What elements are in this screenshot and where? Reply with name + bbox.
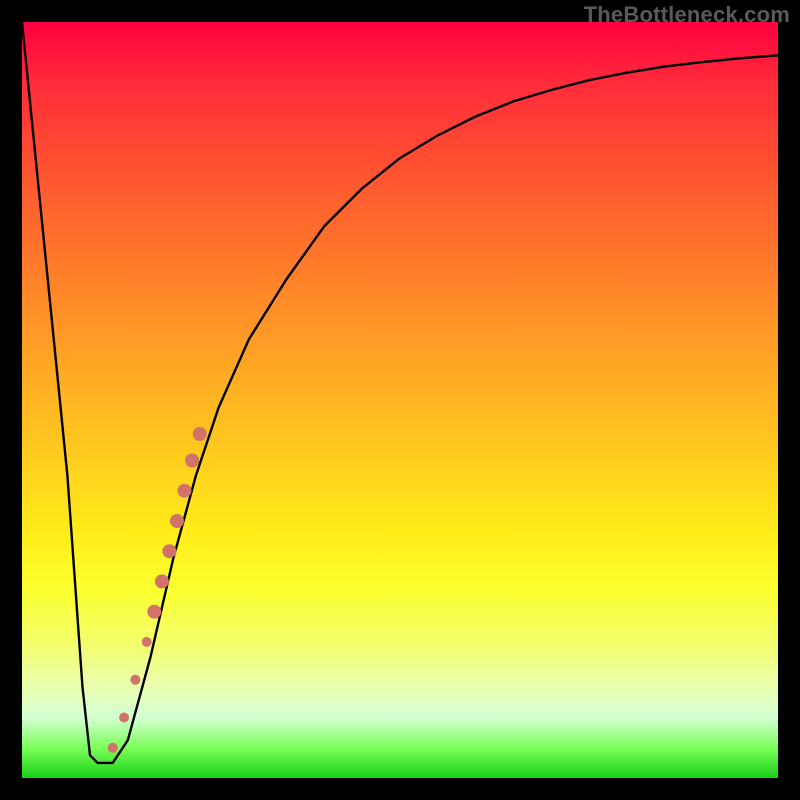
- chart-frame: TheBottleneck.com: [0, 0, 800, 800]
- marker-dot: [108, 743, 118, 753]
- marker-dot: [119, 713, 129, 723]
- marker-dot: [185, 454, 199, 468]
- plot-area: [22, 22, 778, 778]
- marker-dot: [193, 427, 207, 441]
- marker-dot: [147, 605, 161, 619]
- marker-dot: [130, 675, 140, 685]
- bottleneck-curve: [22, 22, 778, 763]
- marker-group: [108, 427, 207, 753]
- marker-dot: [178, 484, 192, 498]
- bottleneck-chart-svg: [22, 22, 778, 778]
- marker-dot: [155, 574, 169, 588]
- marker-dot: [162, 544, 176, 558]
- watermark-text: TheBottleneck.com: [584, 2, 790, 28]
- marker-dot: [170, 514, 184, 528]
- marker-dot: [142, 637, 152, 647]
